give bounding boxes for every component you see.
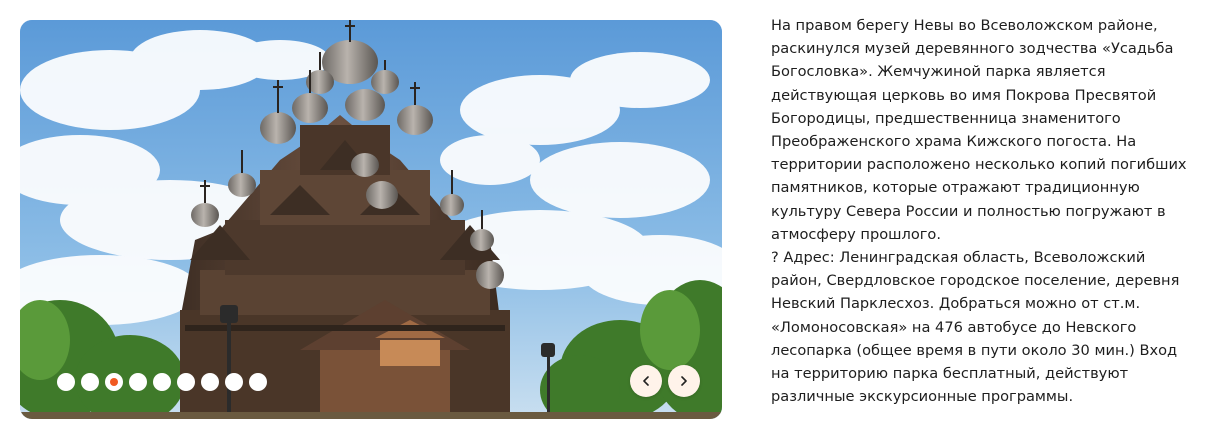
slider-dot[interactable]: [225, 373, 243, 391]
slider-dot-active[interactable]: [105, 373, 123, 391]
slider-next-button[interactable]: [668, 365, 700, 397]
chevron-right-icon: [681, 376, 687, 386]
address-paragraph: ? Адрес: Ленинградская область, Всеволож…: [771, 249, 1180, 406]
description-paragraph: На правом берегу Невы во Всеволожском ра…: [771, 17, 1187, 243]
place-description: На правом берегу Невы во Всеволожском ра…: [771, 14, 1196, 408]
slide-image: [20, 20, 722, 419]
slider-dot[interactable]: [249, 373, 267, 391]
slider-prev-button[interactable]: [630, 365, 662, 397]
slider-dot[interactable]: [81, 373, 99, 391]
slider-pagination: [57, 373, 267, 391]
photo-slider[interactable]: [20, 20, 722, 419]
slider-dot[interactable]: [153, 373, 171, 391]
slider-dot[interactable]: [201, 373, 219, 391]
chevron-left-icon: [643, 376, 649, 386]
slider-dot[interactable]: [177, 373, 195, 391]
slider-dot[interactable]: [57, 373, 75, 391]
slider-dot[interactable]: [129, 373, 147, 391]
